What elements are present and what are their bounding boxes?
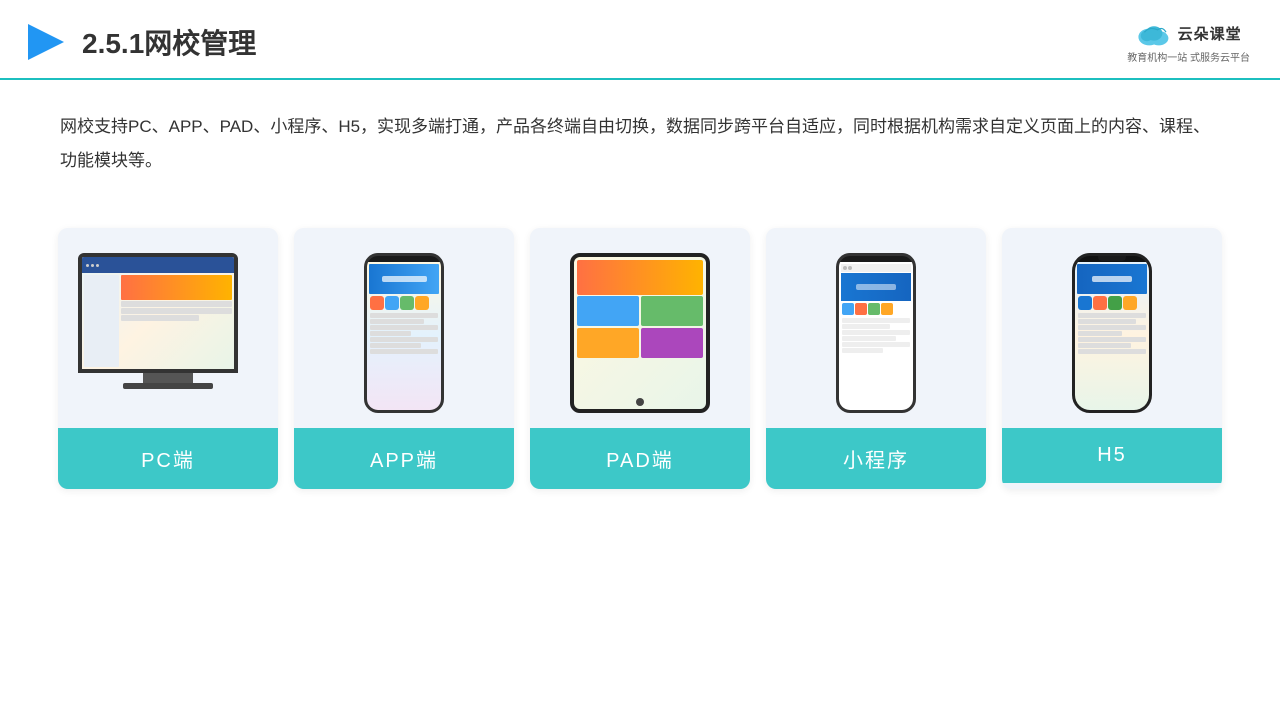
card-pc: PC端: [58, 228, 278, 489]
logo-area: 云朵课堂 教育机构一站 式服务云平台: [1127, 21, 1250, 64]
logo-cloud: 云朵课堂: [1136, 21, 1242, 47]
card-app-label: APP端: [294, 428, 514, 489]
header: 2.5.1网校管理 云朵课堂 教育机构一站 式服务云平台: [0, 0, 1280, 80]
card-app-image: [294, 228, 514, 428]
card-pc-image: [58, 228, 278, 428]
phone-mockup-app: [364, 253, 444, 413]
card-miniapp: 小程序: [766, 228, 986, 489]
card-miniapp-label: 小程序: [766, 428, 986, 489]
card-pc-label: PC端: [58, 428, 278, 489]
miniapp-mockup: [836, 253, 916, 413]
cards-container: PC端: [0, 208, 1280, 509]
play-icon: [20, 18, 68, 66]
card-h5-image: [1002, 228, 1222, 428]
pc-mockup: [78, 253, 258, 413]
card-h5: H5: [1002, 228, 1222, 489]
card-app: APP端: [294, 228, 514, 489]
card-pad: PAD端: [530, 228, 750, 489]
phone-mockup-h5: [1072, 253, 1152, 413]
page-title: 2.5.1网校管理: [82, 22, 256, 62]
card-h5-label: H5: [1002, 428, 1222, 483]
description-text: 网校支持PC、APP、PAD、小程序、H5，实现多端打通，产品各终端自由切换，数…: [60, 110, 1220, 178]
card-pad-image: [530, 228, 750, 428]
description: 网校支持PC、APP、PAD、小程序、H5，实现多端打通，产品各终端自由切换，数…: [0, 80, 1280, 198]
card-miniapp-image: [766, 228, 986, 428]
tablet-mockup: [570, 253, 710, 413]
header-left: 2.5.1网校管理: [20, 18, 256, 66]
card-pad-label: PAD端: [530, 428, 750, 489]
cloud-icon: [1136, 21, 1172, 47]
logo-sub: 教育机构一站 式服务云平台: [1127, 49, 1250, 64]
logo-text: 云朵课堂: [1178, 23, 1242, 44]
